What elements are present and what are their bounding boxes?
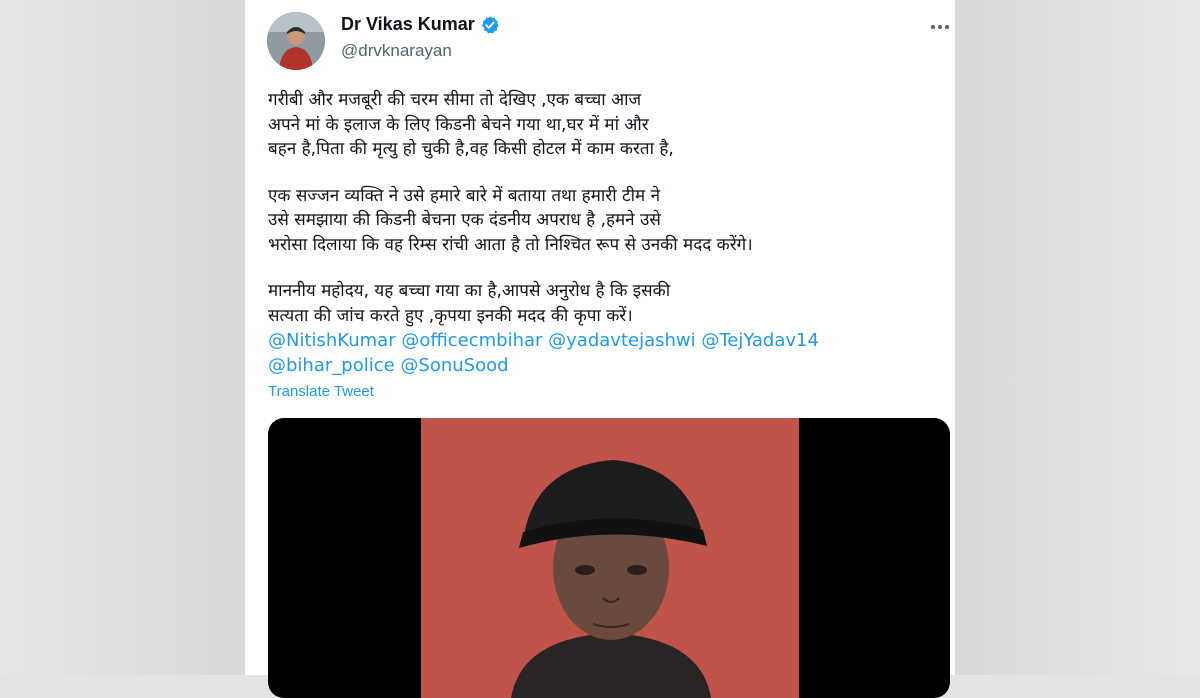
tweet-line: उसे समझाया की किडनी बेचना एक दंडनीय अपरा… [268,210,661,230]
mention-link[interactable]: @officecmbihar [401,330,542,351]
tweet-line: माननीय महोदय, यह बच्चा गया का है,आपसे अन… [268,281,671,301]
right-backdrop [955,0,1200,675]
tweet-line: सत्यता की जांच करते हुए ,कृपया इनकी मदद … [268,305,633,326]
avatar[interactable] [267,12,325,70]
mention-link[interactable]: @bihar_police [268,355,395,376]
tweet-line: गरीबी और मजबूरी की चरम सीमा तो देखिए ,एक… [268,90,642,110]
verified-badge-icon [480,15,500,35]
author-name[interactable]: Dr Vikas Kumar [341,14,500,35]
author-name-text[interactable]: Dr Vikas Kumar [341,14,475,35]
mentions-line: @NitishKumar @officecmbihar @yadavtejash… [268,328,938,353]
tweet-text: गरीबी और मजबूरी की चरम सीमा तो देखिए ,एक… [268,88,938,378]
mention-link[interactable]: @TejYadav14 [701,330,819,351]
mention-link[interactable]: @SonuSood [400,355,508,376]
video-frame[interactable] [421,418,799,698]
more-horizontal-icon[interactable] [926,15,954,39]
mentions-line: @bihar_police @SonuSood [268,353,938,378]
translate-tweet-link[interactable]: Translate Tweet [268,383,374,400]
video-media[interactable] [268,418,950,698]
tweet-line: भरोसा दिलाया कि वह रिम्स रांची आता है तो… [268,234,753,255]
left-backdrop [0,0,245,675]
author-handle[interactable]: @drvknarayan [341,41,452,61]
mention-link[interactable]: @yadavtejashwi [548,330,695,351]
tweet-line: बहन है,पिता की मृत्यु हो चुकी है,वह किसी… [268,139,674,159]
tweet-line: अपने मां के इलाज के लिए किडनी बेचने गया … [268,114,649,135]
mention-link[interactable]: @NitishKumar [268,330,396,351]
tweet-line: एक सज्जन व्यक्ति ने उसे हमारे बारे में ब… [268,185,661,206]
